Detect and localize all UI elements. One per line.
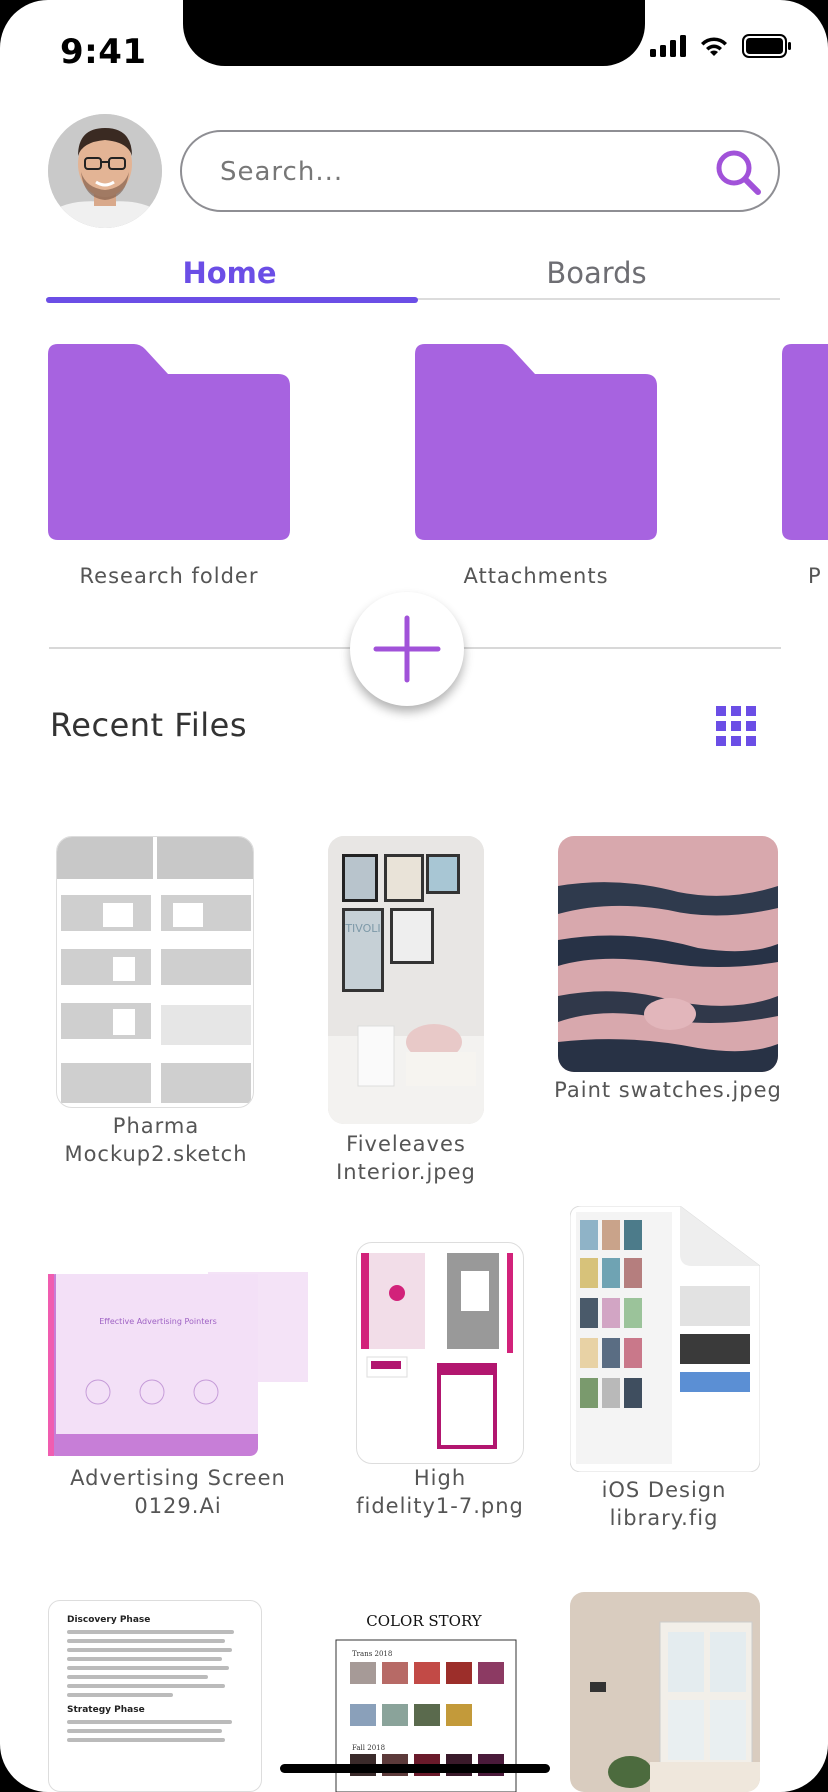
file-item[interactable]: Effective Advertising Pointers Advertisi… <box>48 1256 308 1526</box>
ad-heading: Effective Advertising Pointers <box>99 1317 216 1326</box>
file-item[interactable]: TIVOLI Fiveleaves Interior.jpeg <box>328 836 484 1196</box>
tab-home[interactable]: Home <box>46 256 413 300</box>
avatar-photo <box>48 114 162 228</box>
battery-icon <box>742 34 791 58</box>
doc-heading: Strategy Phase <box>67 1705 145 1715</box>
phone-screen: 9:41 Search... Home Boards Research fold… <box>0 0 828 1792</box>
avatar[interactable] <box>48 114 162 228</box>
tab-active-indicator <box>46 297 418 303</box>
folder-label: Attachments <box>463 564 609 588</box>
status-time: 9:41 <box>60 32 147 72</box>
doc-heading: Discovery Phase <box>67 1615 151 1625</box>
tab-boards[interactable]: Boards <box>413 256 780 300</box>
folder-icon <box>782 344 828 540</box>
wifi-icon <box>701 37 727 56</box>
ios-design-library-thumbnail <box>570 1206 760 1472</box>
sketch-mockup-thumbnail <box>57 837 253 1103</box>
folder-attachments[interactable]: Attachments <box>415 344 657 588</box>
status-icons <box>650 34 792 58</box>
file-thumbnail <box>56 836 254 1108</box>
recent-files-title: Recent Files <box>50 706 247 744</box>
file-thumbnail: TIVOLI <box>328 836 484 1124</box>
file-name: iOS Design library.fig <box>601 1478 727 1530</box>
high-fidelity-mockup-thumbnail <box>361 1253 513 1449</box>
folder-label: P <box>808 564 822 588</box>
window-room-photo <box>570 1592 760 1792</box>
color-story-section: Fall 2018 <box>352 1744 385 1752</box>
notch <box>183 0 645 66</box>
file-thumbnail <box>570 1592 760 1792</box>
file-thumbnail: Effective Advertising Pointers <box>48 1256 308 1460</box>
plus-icon <box>373 615 441 683</box>
file-item[interactable] <box>570 1592 760 1792</box>
folder-icon <box>415 344 657 540</box>
file-item[interactable]: Paint swatches.jpeg <box>554 836 781 1116</box>
color-story-section: Trans 2018 <box>352 1650 392 1658</box>
file-item[interactable]: iOS Design library.fig <box>570 1206 760 1546</box>
file-name: Pharma Mockup2.sketch <box>64 1114 248 1166</box>
home-indicator[interactable] <box>280 1764 550 1773</box>
file-thumbnail: Discovery Phase Strategy Phase <box>48 1600 262 1792</box>
search-bar[interactable] <box>180 130 780 212</box>
file-thumbnail <box>356 1242 524 1464</box>
folder-icon <box>48 344 290 540</box>
file-name: Fiveleaves Interior.jpeg <box>336 1132 476 1184</box>
search-input[interactable] <box>220 150 700 194</box>
cellular-signal-icon <box>650 35 686 57</box>
search-icon[interactable] <box>712 146 764 198</box>
add-button[interactable] <box>350 592 464 706</box>
file-thumbnail <box>570 1206 760 1472</box>
paint-swatches-photo <box>558 836 778 1072</box>
tab-bar: Home Boards <box>46 256 780 302</box>
folder-research[interactable]: Research folder <box>48 344 290 588</box>
folder-label: Research folder <box>79 564 259 588</box>
file-name: Advertising Screen 0129.Ai <box>70 1466 286 1518</box>
grid-view-icon[interactable] <box>716 706 756 746</box>
file-name: High fidelity1-7.png <box>356 1466 524 1518</box>
folder-partial[interactable]: P <box>782 344 828 614</box>
tivoli-text: TIVOLI <box>344 922 380 935</box>
file-thumbnail <box>558 836 778 1072</box>
file-item[interactable]: High fidelity1-7.png <box>356 1242 524 1532</box>
color-story-title: COLOR STORY <box>366 1612 483 1630</box>
file-item[interactable]: Discovery Phase Strategy Phase <box>48 1600 262 1792</box>
file-name: Paint swatches.jpeg <box>554 1078 782 1102</box>
interior-photo: TIVOLI <box>328 836 484 1124</box>
file-item[interactable]: Pharma Mockup2.sketch <box>56 836 256 1176</box>
advertising-screen-thumbnail: Effective Advertising Pointers <box>48 1272 308 1456</box>
